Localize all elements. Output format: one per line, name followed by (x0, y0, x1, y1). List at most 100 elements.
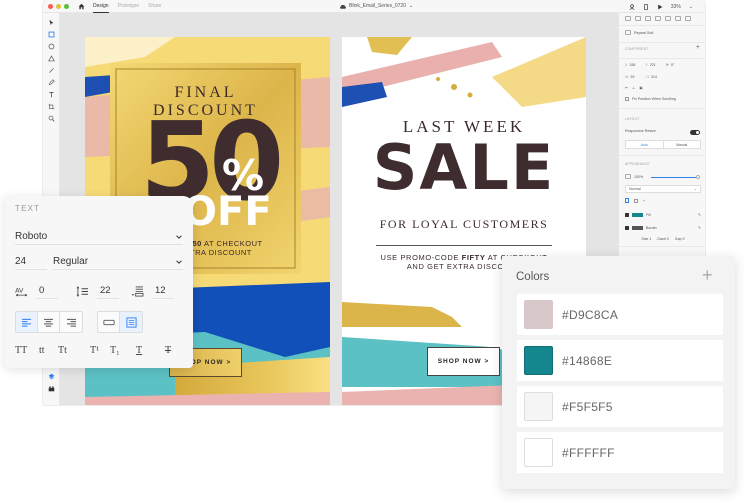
fill-label: Fill (646, 213, 651, 217)
border-swatch[interactable] (632, 226, 643, 230)
auto-option[interactable]: Auto (626, 141, 664, 148)
zoom-level[interactable]: 33% (671, 4, 681, 10)
align-right-button[interactable] (60, 312, 82, 332)
tab-design[interactable]: Design (93, 0, 109, 13)
titlecase-button[interactable]: Tt (58, 345, 67, 356)
shop-now-button-2[interactable]: SHOP NOW > (427, 347, 500, 376)
eyedropper-icon[interactable]: ✎ (698, 213, 701, 217)
blend-mode-select[interactable]: Normal ⌄ (625, 185, 701, 193)
color-swatch-item[interactable]: #14868E (517, 340, 723, 381)
font-size-input[interactable]: 24 (15, 254, 47, 270)
zoom-tool[interactable] (47, 114, 56, 123)
border-size[interactable]: Size 1 (641, 237, 651, 241)
auto-width-button[interactable] (98, 312, 120, 332)
border-gap[interactable]: Gap 0 (675, 237, 685, 241)
bounds-icon[interactable] (634, 198, 638, 203)
minimize-window-button[interactable] (56, 3, 61, 9)
y-input[interactable]: 221 (650, 63, 664, 67)
title-bar: Design Prototype Share Blink_Email_Serie… (43, 0, 705, 13)
play-icon[interactable] (657, 4, 663, 10)
width-input[interactable]: 39 (630, 75, 644, 79)
lowercase-button[interactable]: tt (39, 345, 45, 356)
border-dash[interactable]: Dash 0 (657, 237, 668, 241)
home-icon[interactable] (78, 3, 85, 10)
align-right-icon[interactable] (645, 16, 651, 21)
color-swatch-item[interactable]: #FFFFFF (517, 432, 723, 473)
align-middle-icon[interactable] (675, 16, 681, 21)
align-bottom-icon[interactable] (685, 16, 691, 21)
size-row: W 39 H 314 (625, 75, 701, 79)
flip-horizontal-icon[interactable]: ⊢ (625, 86, 628, 90)
fix-position-checkbox[interactable] (625, 97, 629, 101)
height-input[interactable]: 314 (651, 75, 665, 79)
divider (619, 25, 705, 26)
repeat-grid-button[interactable]: Repeat Grid (625, 30, 701, 35)
constrain-icon[interactable]: ▣ (639, 86, 642, 90)
color-swatch-item[interactable]: #D9C8CA (517, 294, 723, 335)
align-right-icon (66, 318, 76, 327)
opacity-slider[interactable] (651, 177, 697, 178)
divider (619, 58, 705, 59)
fix-position-row[interactable]: Fix Position When Scrolling (625, 97, 701, 101)
plus-icon[interactable]: + (643, 199, 645, 203)
document-title[interactable]: Blink_Email_Series_0720 ⌄ (340, 0, 413, 13)
line-tool[interactable] (47, 66, 56, 75)
select-tool[interactable] (47, 18, 56, 27)
x-input[interactable]: 158 (629, 63, 643, 67)
opacity-slider-handle[interactable] (696, 175, 700, 179)
color-swatch-item[interactable]: #F5F5F5 (517, 386, 723, 427)
responsive-resize-toggle[interactable] (690, 130, 700, 135)
tab-share[interactable]: Share (148, 0, 161, 13)
underline-button[interactable]: T (136, 345, 142, 356)
paragraph-spacing-control: 12 (131, 283, 174, 299)
font-family-select[interactable]: Roboto (15, 229, 183, 245)
layers-panel-button[interactable] (47, 384, 56, 393)
ellipse-tool[interactable] (47, 42, 56, 51)
object-icon[interactable] (625, 198, 629, 203)
eyedropper-icon[interactable]: ✎ (698, 226, 701, 230)
pen-icon (48, 79, 55, 86)
device-preview-icon[interactable] (643, 3, 649, 10)
align-left-button[interactable] (16, 312, 38, 332)
uppercase-button[interactable]: TT (15, 345, 27, 356)
fill-checkbox[interactable] (625, 213, 629, 217)
sale-big-word: SALE (372, 131, 556, 204)
character-spacing-input[interactable]: 0 (36, 283, 58, 299)
align-left-icon[interactable] (625, 16, 631, 21)
border-checkbox[interactable] (625, 226, 629, 230)
component-section-label: COMPONENT (625, 47, 649, 51)
plugins-panel-button[interactable] (47, 372, 56, 381)
rectangle-tool[interactable] (47, 30, 56, 39)
align-toolbar (625, 16, 701, 21)
pen-tool[interactable] (47, 78, 56, 87)
add-color-button[interactable]: + (702, 265, 713, 286)
subscript-button[interactable]: T₁ (110, 345, 120, 356)
align-center-icon (44, 318, 53, 327)
add-component-icon[interactable]: + (696, 44, 700, 51)
line-spacing-input[interactable]: 22 (97, 283, 119, 299)
flip-vertical-icon[interactable]: ⊥ (632, 86, 635, 90)
maximize-window-button[interactable] (64, 3, 69, 9)
superscript-button[interactable]: T¹ (90, 345, 99, 356)
opacity-value[interactable]: 100% (634, 175, 643, 179)
text-panel-title: TEXT (15, 204, 41, 213)
chevron-down-icon (176, 259, 182, 264)
artboard-tool[interactable] (47, 102, 56, 111)
polygon-tool[interactable] (47, 54, 56, 63)
distribute-icon[interactable] (655, 16, 661, 21)
paragraph-spacing-input[interactable]: 12 (152, 283, 174, 299)
strikethrough-button[interactable]: T (165, 345, 171, 356)
manual-option[interactable]: Manual (664, 141, 701, 148)
user-icon[interactable] (629, 3, 635, 10)
rotation-input[interactable]: 0° (671, 63, 674, 67)
fill-swatch[interactable] (632, 213, 643, 217)
zoom-dropdown-icon[interactable]: ⌄ (689, 4, 693, 10)
align-center-icon[interactable] (635, 16, 641, 21)
tab-prototype[interactable]: Prototype (118, 0, 139, 13)
align-top-icon[interactable] (665, 16, 671, 21)
text-tool[interactable] (47, 90, 56, 99)
align-center-button[interactable] (38, 312, 60, 332)
close-window-button[interactable] (48, 3, 53, 9)
fixed-size-button[interactable] (120, 312, 142, 332)
font-weight-select[interactable]: Regular (53, 254, 183, 270)
